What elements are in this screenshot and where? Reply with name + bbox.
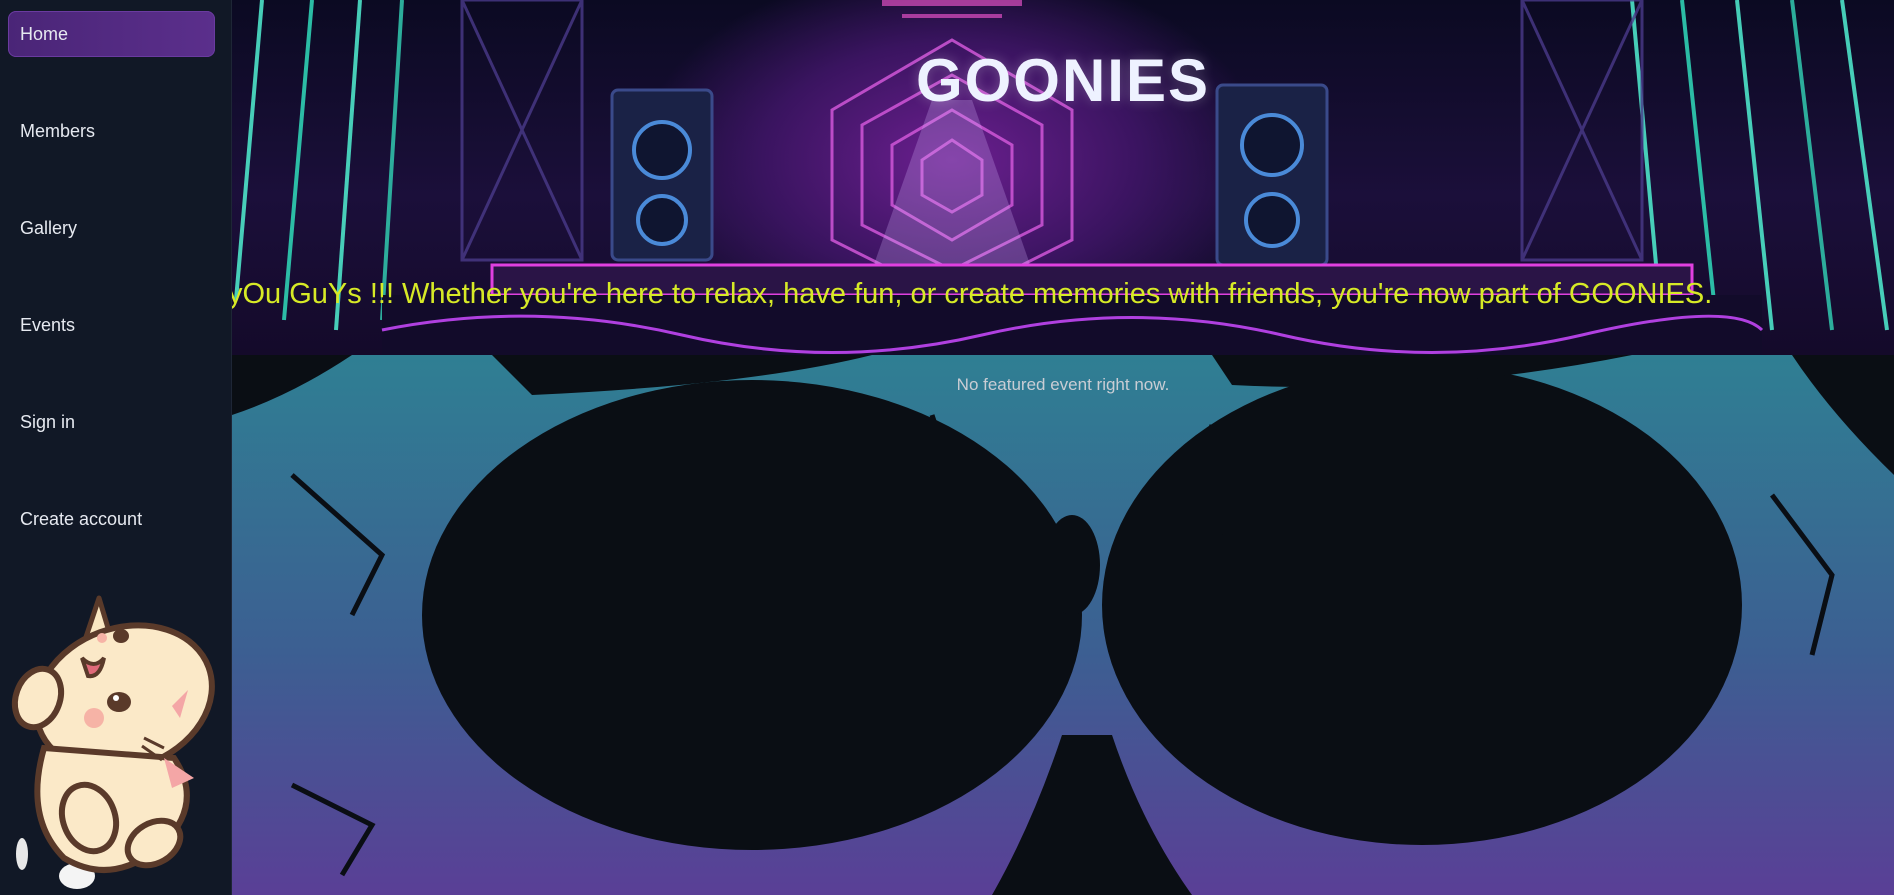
sidebar-item-members[interactable]: Members xyxy=(8,108,215,154)
hero-banner: GOONIES yOu GuYs !!! Whether you're here… xyxy=(232,0,1894,355)
sidebar-item-events[interactable]: Events xyxy=(8,302,215,348)
welcome-marquee: yOu GuYs !!! Whether you're here to rela… xyxy=(232,278,1713,310)
skull-background-art xyxy=(232,355,1894,895)
main-content: No featured event right now. xyxy=(232,355,1894,895)
sidebar: Home Members Gallery Events Sign in Crea… xyxy=(0,0,232,895)
sidebar-item-create-account[interactable]: Create account xyxy=(8,496,215,542)
sidebar-item-gallery[interactable]: Gallery xyxy=(8,205,215,251)
waving-cat-icon xyxy=(11,595,215,889)
sidebar-item-home[interactable]: Home xyxy=(8,11,215,57)
page-title: GOONIES xyxy=(915,47,1211,114)
sidebar-nav: Home Members Gallery Events Sign in Crea… xyxy=(8,11,215,593)
sidebar-item-sign-in[interactable]: Sign in xyxy=(8,399,215,445)
featured-event-message: No featured event right now. xyxy=(956,375,1170,394)
